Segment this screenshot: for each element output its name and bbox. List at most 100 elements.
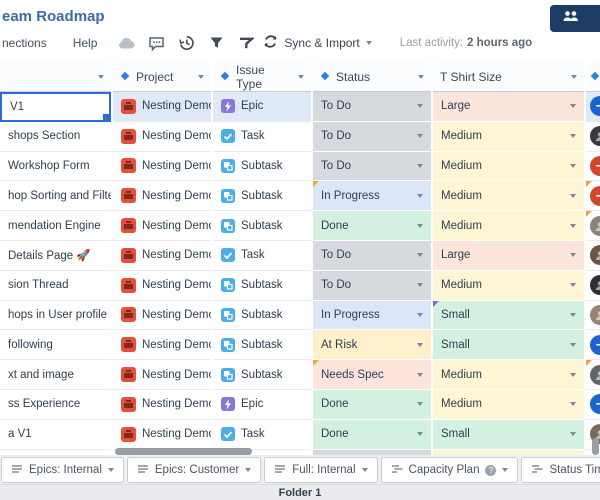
project-cell[interactable]: Nesting Demo	[113, 152, 211, 182]
column-header-tshirt-size[interactable]: T Shirt Size	[433, 62, 584, 92]
issue-type-cell[interactable]: Subtask	[213, 152, 311, 182]
issue-type-cell[interactable]: Subtask	[213, 330, 311, 360]
status-cell[interactable]: In Progress	[313, 301, 431, 331]
assignee-cell[interactable]	[586, 390, 600, 420]
status-cell[interactable]: Done	[313, 420, 431, 450]
task-name-cell[interactable]: Details Page 🚀	[0, 241, 111, 271]
issue-type-cell[interactable]: Task	[213, 420, 311, 450]
task-name-cell[interactable]: ss Experience	[0, 390, 111, 420]
workbook-title[interactable]: eam Roadmap	[2, 8, 105, 25]
chevron-down-icon[interactable]	[570, 283, 576, 287]
issue-type-cell[interactable]: Epic	[213, 390, 311, 420]
status-cell[interactable]: To Do	[313, 271, 431, 301]
tshirt-size-cell[interactable]: Small	[433, 301, 584, 331]
task-name-cell[interactable]: hop Sorting and Filte…	[0, 181, 111, 211]
task-name-cell[interactable]: shops Section	[0, 122, 111, 152]
chevron-down-icon[interactable]	[570, 224, 576, 228]
status-cell[interactable]: Done	[313, 390, 431, 420]
column-header-status[interactable]: Status	[313, 62, 431, 92]
chevron-down-icon[interactable]	[198, 75, 204, 79]
task-name-cell[interactable]: mendation Engine	[0, 211, 111, 241]
project-cell[interactable]: Nesting Demo	[113, 301, 211, 331]
assignee-cell[interactable]	[586, 301, 600, 331]
assignee-cell[interactable]	[586, 92, 600, 122]
chevron-down-icon[interactable]	[362, 468, 368, 472]
chevron-down-icon[interactable]	[570, 253, 576, 257]
assignee-cell[interactable]	[586, 241, 600, 271]
tshirt-size-cell[interactable]: Medium	[433, 152, 584, 182]
assignee-cell[interactable]	[586, 122, 600, 152]
issue-type-cell[interactable]: Epic	[213, 92, 311, 122]
cloud-icon[interactable]	[111, 33, 141, 53]
comment-icon[interactable]	[141, 33, 171, 53]
chevron-down-icon[interactable]	[417, 224, 423, 228]
chevron-down-icon[interactable]	[417, 313, 423, 317]
chevron-down-icon[interactable]	[417, 104, 423, 108]
assignee-cell[interactable]	[586, 152, 600, 182]
chevron-down-icon[interactable]	[417, 164, 423, 168]
column-header-project[interactable]: Project	[113, 62, 211, 92]
tshirt-size-cell[interactable]: Small	[433, 420, 584, 450]
project-cell[interactable]: Nesting Demo	[113, 181, 211, 211]
task-name-cell[interactable]: Workshop Form	[0, 152, 111, 182]
assignee-avatar[interactable]	[590, 126, 600, 146]
project-cell[interactable]: Nesting Demo	[113, 92, 211, 122]
chevron-down-icon[interactable]	[417, 432, 423, 436]
chevron-down-icon[interactable]	[417, 283, 423, 287]
project-cell[interactable]: Nesting Demo	[113, 330, 211, 360]
project-cell[interactable]: Nesting Demo	[113, 420, 211, 450]
project-cell[interactable]: Nesting Demo	[113, 211, 211, 241]
issue-type-cell[interactable]: Subtask	[213, 360, 311, 390]
chevron-down-icon[interactable]	[417, 373, 423, 377]
issue-type-cell[interactable]: Subtask	[213, 271, 311, 301]
chevron-down-icon[interactable]	[570, 402, 576, 406]
assignee-avatar[interactable]	[590, 275, 600, 295]
project-cell[interactable]: Nesting Demo	[113, 241, 211, 271]
fill-handle[interactable]	[103, 114, 109, 120]
project-cell[interactable]: Nesting Demo	[113, 360, 211, 390]
task-name-cell[interactable]: following	[0, 330, 111, 360]
tshirt-size-cell[interactable]: Medium	[433, 390, 584, 420]
tshirt-size-cell[interactable]: Small	[433, 330, 584, 360]
chevron-down-icon[interactable]	[571, 75, 577, 79]
assignee-avatar[interactable]	[590, 186, 600, 206]
menu-item-help[interactable]: Help	[59, 36, 112, 50]
assignee-avatar[interactable]	[590, 216, 600, 236]
tshirt-size-cell[interactable]: Medium	[433, 271, 584, 301]
chevron-down-icon[interactable]	[502, 468, 508, 472]
status-cell[interactable]: Needs Spec	[313, 360, 431, 390]
chevron-down-icon[interactable]	[570, 313, 576, 317]
folder-bar[interactable]: Folder 1	[0, 484, 600, 500]
chevron-down-icon[interactable]	[417, 343, 423, 347]
tshirt-size-cell[interactable]: Medium	[433, 181, 584, 211]
status-cell[interactable]: At Risk	[313, 330, 431, 360]
chevron-down-icon[interactable]	[245, 468, 251, 472]
assignee-avatar[interactable]	[590, 335, 600, 355]
tshirt-size-cell[interactable]: Large	[433, 92, 584, 122]
assignee-avatar[interactable]	[590, 245, 600, 265]
chevron-down-icon[interactable]	[570, 373, 576, 377]
status-cell[interactable]: Done	[313, 211, 431, 241]
assignee-cell[interactable]	[586, 330, 600, 360]
status-cell[interactable]: To Do	[313, 122, 431, 152]
history-icon[interactable]	[171, 33, 201, 53]
task-name-cell[interactable]: a V1	[0, 420, 111, 450]
view-tab-epics-internal[interactable]: Epics: Internal	[1, 457, 124, 483]
chevron-down-icon[interactable]	[570, 432, 576, 436]
assignee-cell[interactable]	[586, 271, 600, 301]
chevron-down-icon[interactable]	[417, 402, 423, 406]
filter-icon[interactable]	[201, 33, 231, 53]
issue-type-cell[interactable]: Task	[213, 122, 311, 152]
help-icon[interactable]: ?	[485, 465, 496, 476]
issue-type-cell[interactable]: Task	[213, 241, 311, 271]
column-header-assignee[interactable]	[586, 62, 600, 92]
chevron-down-icon[interactable]	[418, 75, 424, 79]
task-name-cell[interactable]: sion Thread	[0, 271, 111, 301]
chevron-down-icon[interactable]	[417, 134, 423, 138]
view-tab-capacity-plan[interactable]: Capacity Plan?	[381, 457, 519, 483]
chevron-down-icon[interactable]	[108, 468, 114, 472]
status-cell[interactable]: In Progress	[313, 181, 431, 211]
project-cell[interactable]: Nesting Demo	[113, 122, 211, 152]
menu-item-connections[interactable]: nections	[0, 36, 59, 50]
assignee-cell[interactable]	[586, 181, 600, 211]
